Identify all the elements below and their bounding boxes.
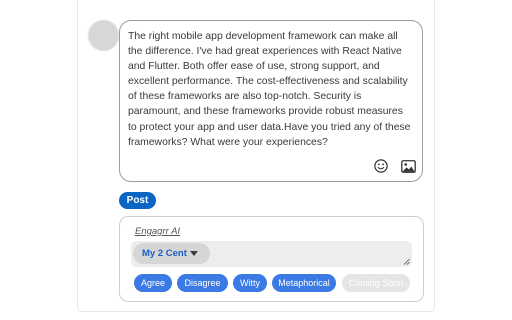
image-icon[interactable] — [401, 160, 416, 173]
tone-dropdown-label: My 2 Cent — [142, 248, 187, 259]
chip-metaphorical[interactable]: Metaphorical — [272, 274, 336, 292]
caret-down-icon — [190, 251, 198, 256]
resize-handle-icon[interactable] — [403, 258, 410, 265]
tone-dropdown[interactable]: My 2 Cent — [133, 243, 210, 264]
ai-panel-title[interactable]: Engagrr AI — [135, 226, 180, 237]
chip-disagree[interactable]: Disagree — [177, 274, 228, 292]
ai-assistant-panel: Engagrr AI My 2 Cent Agree Disagree Witt… — [119, 216, 424, 302]
comment-textbox[interactable]: The right mobile app development framewo… — [119, 20, 423, 182]
ai-prompt-input[interactable]: My 2 Cent — [131, 241, 412, 267]
comment-text[interactable]: The right mobile app development framewo… — [128, 29, 414, 150]
smiley-icon[interactable] — [374, 159, 388, 173]
avatar — [88, 20, 119, 51]
post-button[interactable]: Post — [119, 192, 156, 209]
chip-witty[interactable]: Witty — [233, 274, 267, 292]
chip-agree[interactable]: Agree — [134, 274, 172, 292]
chip-coming-soon: Coming Soon — [342, 274, 410, 292]
